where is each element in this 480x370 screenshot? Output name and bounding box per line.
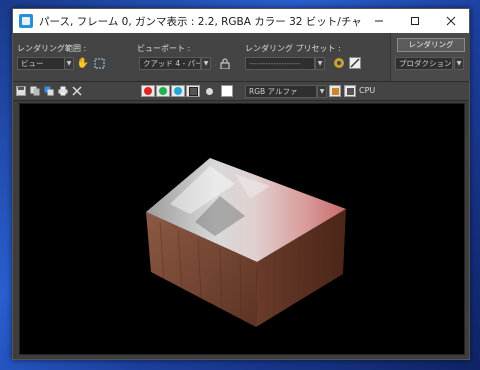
preset-dropdown[interactable]: -------------------: [245, 57, 315, 70]
rendered-frame-window: パース, フレーム 0, ガンマ表示 : 2.2, RGBA カラー 32 ビッ…: [12, 8, 470, 360]
app-icon: [19, 14, 33, 28]
preset-label: レンダリング プリセット :: [245, 44, 341, 53]
red-channel-icon: [144, 87, 152, 95]
render-panel: レンダリング プロダクション ▼: [390, 33, 470, 81]
render-button[interactable]: レンダリング: [397, 38, 465, 52]
render-settings-toolbar: レンダリング範囲 : ビュー ▼ ✋ ビューポート : クアッド 4 - パース…: [13, 33, 470, 82]
toggle-ui-overlay-icon[interactable]: [329, 85, 341, 97]
blue-channel-icon: [174, 87, 182, 95]
production-dropdown-arrow[interactable]: ▼: [454, 57, 464, 70]
toggle-ui-icon[interactable]: [344, 85, 356, 97]
title-bar: パース, フレーム 0, ガンマ表示 : 2.2, RGBA カラー 32 ビッ…: [13, 9, 469, 33]
viewport-dropdown[interactable]: クアッド 4 - パース: [139, 57, 201, 70]
maximize-icon: [411, 17, 419, 25]
print-icon[interactable]: [57, 85, 69, 97]
hand-icon[interactable]: ✋: [77, 57, 89, 69]
render-area-dropdown-arrow[interactable]: ▼: [64, 57, 74, 70]
clone-icon[interactable]: [43, 85, 55, 97]
copy-icon[interactable]: [29, 85, 41, 97]
clear-icon[interactable]: [71, 85, 83, 97]
green-channel-toggle[interactable]: [156, 85, 170, 97]
viewport-label: ビューポート :: [137, 44, 191, 53]
render-viewport[interactable]: [19, 103, 465, 355]
render-setup-icon[interactable]: [333, 57, 345, 69]
rendered-image: [146, 158, 346, 327]
save-icon[interactable]: [15, 85, 27, 97]
preset-dropdown-arrow[interactable]: ▼: [315, 57, 325, 70]
cpu-label: CPU: [359, 86, 376, 95]
frame-toolbar: RGB アルファ ▼ CPU: [13, 82, 469, 101]
blue-channel-toggle[interactable]: [171, 85, 185, 97]
render-area-dropdown[interactable]: ビュー: [17, 57, 65, 70]
close-icon: [446, 16, 456, 26]
mono-channel-icon[interactable]: [203, 85, 215, 97]
lock-icon[interactable]: [219, 57, 231, 69]
minimize-button[interactable]: [361, 9, 397, 33]
display-channel-dropdown-arrow[interactable]: ▼: [317, 85, 327, 98]
window-title: パース, フレーム 0, ガンマ表示 : 2.2, RGBA カラー 32 ビッ…: [39, 15, 361, 28]
maximize-button[interactable]: [397, 9, 433, 33]
render-area-label: レンダリング範囲 :: [17, 44, 87, 53]
close-button[interactable]: [433, 9, 469, 33]
viewport-dropdown-arrow[interactable]: ▼: [201, 57, 211, 70]
environment-icon[interactable]: [349, 57, 361, 69]
red-channel-toggle[interactable]: [141, 85, 155, 97]
alpha-channel-icon: [188, 86, 198, 96]
minimize-icon: [375, 20, 383, 22]
production-dropdown[interactable]: プロダクション: [395, 57, 453, 70]
background-color-swatch[interactable]: [221, 85, 233, 97]
alpha-channel-toggle[interactable]: [186, 85, 200, 97]
green-channel-icon: [159, 87, 167, 95]
display-channel-dropdown[interactable]: RGB アルファ: [245, 85, 317, 98]
region-select-icon[interactable]: [93, 57, 105, 69]
